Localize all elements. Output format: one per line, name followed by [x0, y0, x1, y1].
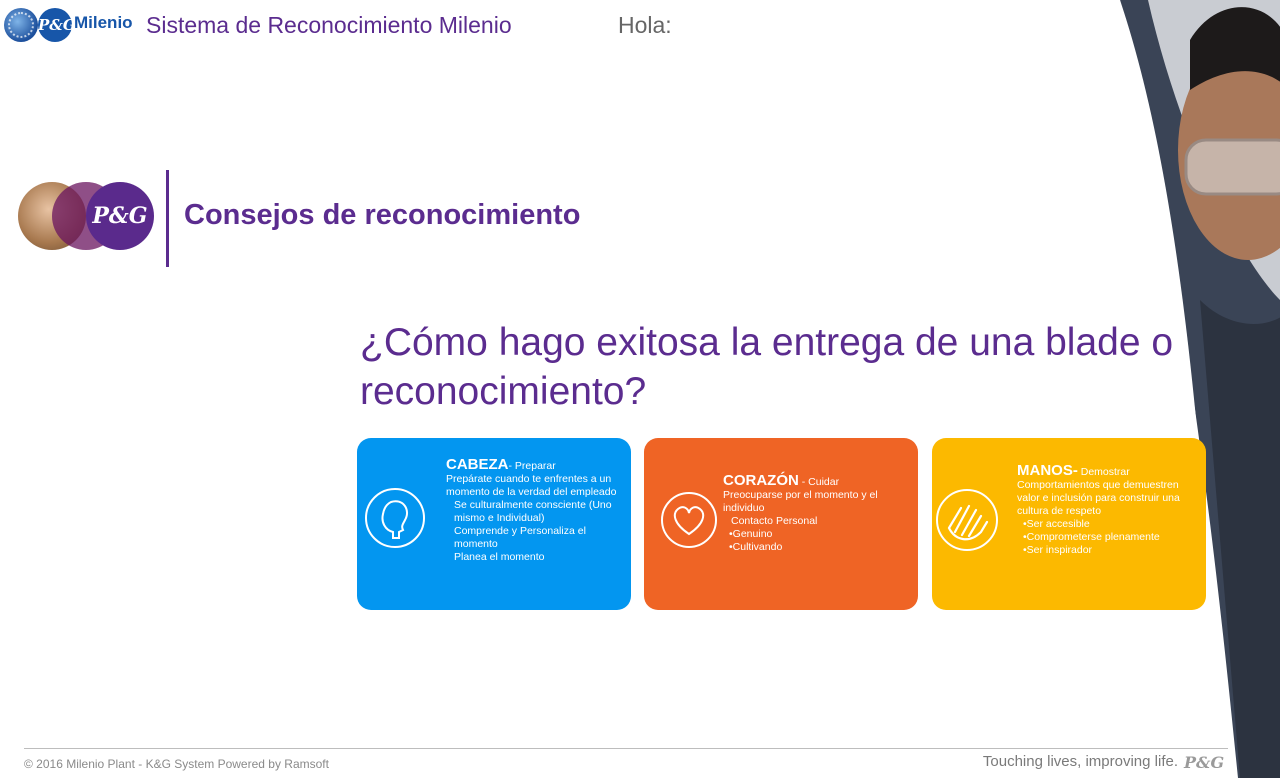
card-cabeza: CABEZA- Preparar Prepárate cuando te enf… [357, 438, 631, 610]
card-heading: MANOS- [1017, 462, 1078, 479]
footer-divider [24, 748, 1228, 749]
globe-logo-icon [4, 8, 38, 42]
card-intro: Prepárate cuando te enfrentes a un momen… [446, 473, 617, 498]
title-divider [166, 170, 169, 267]
card-bullet: •Ser accesible [1023, 518, 1090, 530]
question-heading: ¿Cómo hago exitosa la entrega de una bla… [360, 321, 1174, 413]
hand-icon [936, 489, 998, 551]
card-corazon: CORAZÓN - Cuidar Preocuparse por el mome… [644, 438, 918, 610]
card-subheading: Demostrar [1077, 466, 1130, 478]
card-bullet: •Ser inspirador [1023, 544, 1093, 556]
heart-icon [661, 492, 717, 548]
header: P&G Milenio Sistema de Reconocimiento Mi… [0, 0, 1140, 52]
card-heading: CABEZA [446, 456, 509, 473]
footer-copyright: © 2016 Milenio Plant - K&G System Powere… [24, 757, 329, 771]
footer-tagline: Touching lives, improving life. [982, 753, 1178, 770]
pg-logo-badge[interactable]: P&G [38, 8, 76, 42]
card-bullet: Contacto Personal [731, 515, 818, 527]
footer-pg-logo: P&G [1184, 753, 1225, 772]
head-icon [365, 488, 425, 548]
pg-logo-circle: P&G [86, 182, 154, 250]
card-manos: MANOS- Demostrar Comportamientos que dem… [932, 438, 1206, 610]
card-bullet: Planea el momento [454, 551, 545, 563]
card-intro: Preocuparse por el momento y el individu… [723, 489, 878, 514]
card-intro: Comportamientos que demuestren valor e i… [1017, 479, 1180, 517]
card-bullet: •Comprometerse plenamente [1023, 531, 1160, 543]
card-bullet: •Cultivando [729, 541, 783, 553]
brand-name[interactable]: Milenio [74, 13, 133, 33]
card-heading: CORAZÓN [723, 472, 799, 489]
card-subheading: - Cuidar [798, 476, 840, 488]
section-logo-circles: P&G [18, 182, 158, 252]
card-bullet: •Genuino [729, 528, 773, 540]
app-title: Sistema de Reconocimiento Milenio [146, 12, 512, 38]
user-greeting: Hola: [618, 12, 672, 38]
card-subheading: - Preparar [508, 460, 556, 472]
section-title: Consejos de reconocimiento [184, 199, 581, 231]
card-bullet: Se culturalmente consciente (Uno mismo e… [454, 499, 612, 524]
card-bullet: Comprende y Personaliza el momento [454, 525, 586, 550]
